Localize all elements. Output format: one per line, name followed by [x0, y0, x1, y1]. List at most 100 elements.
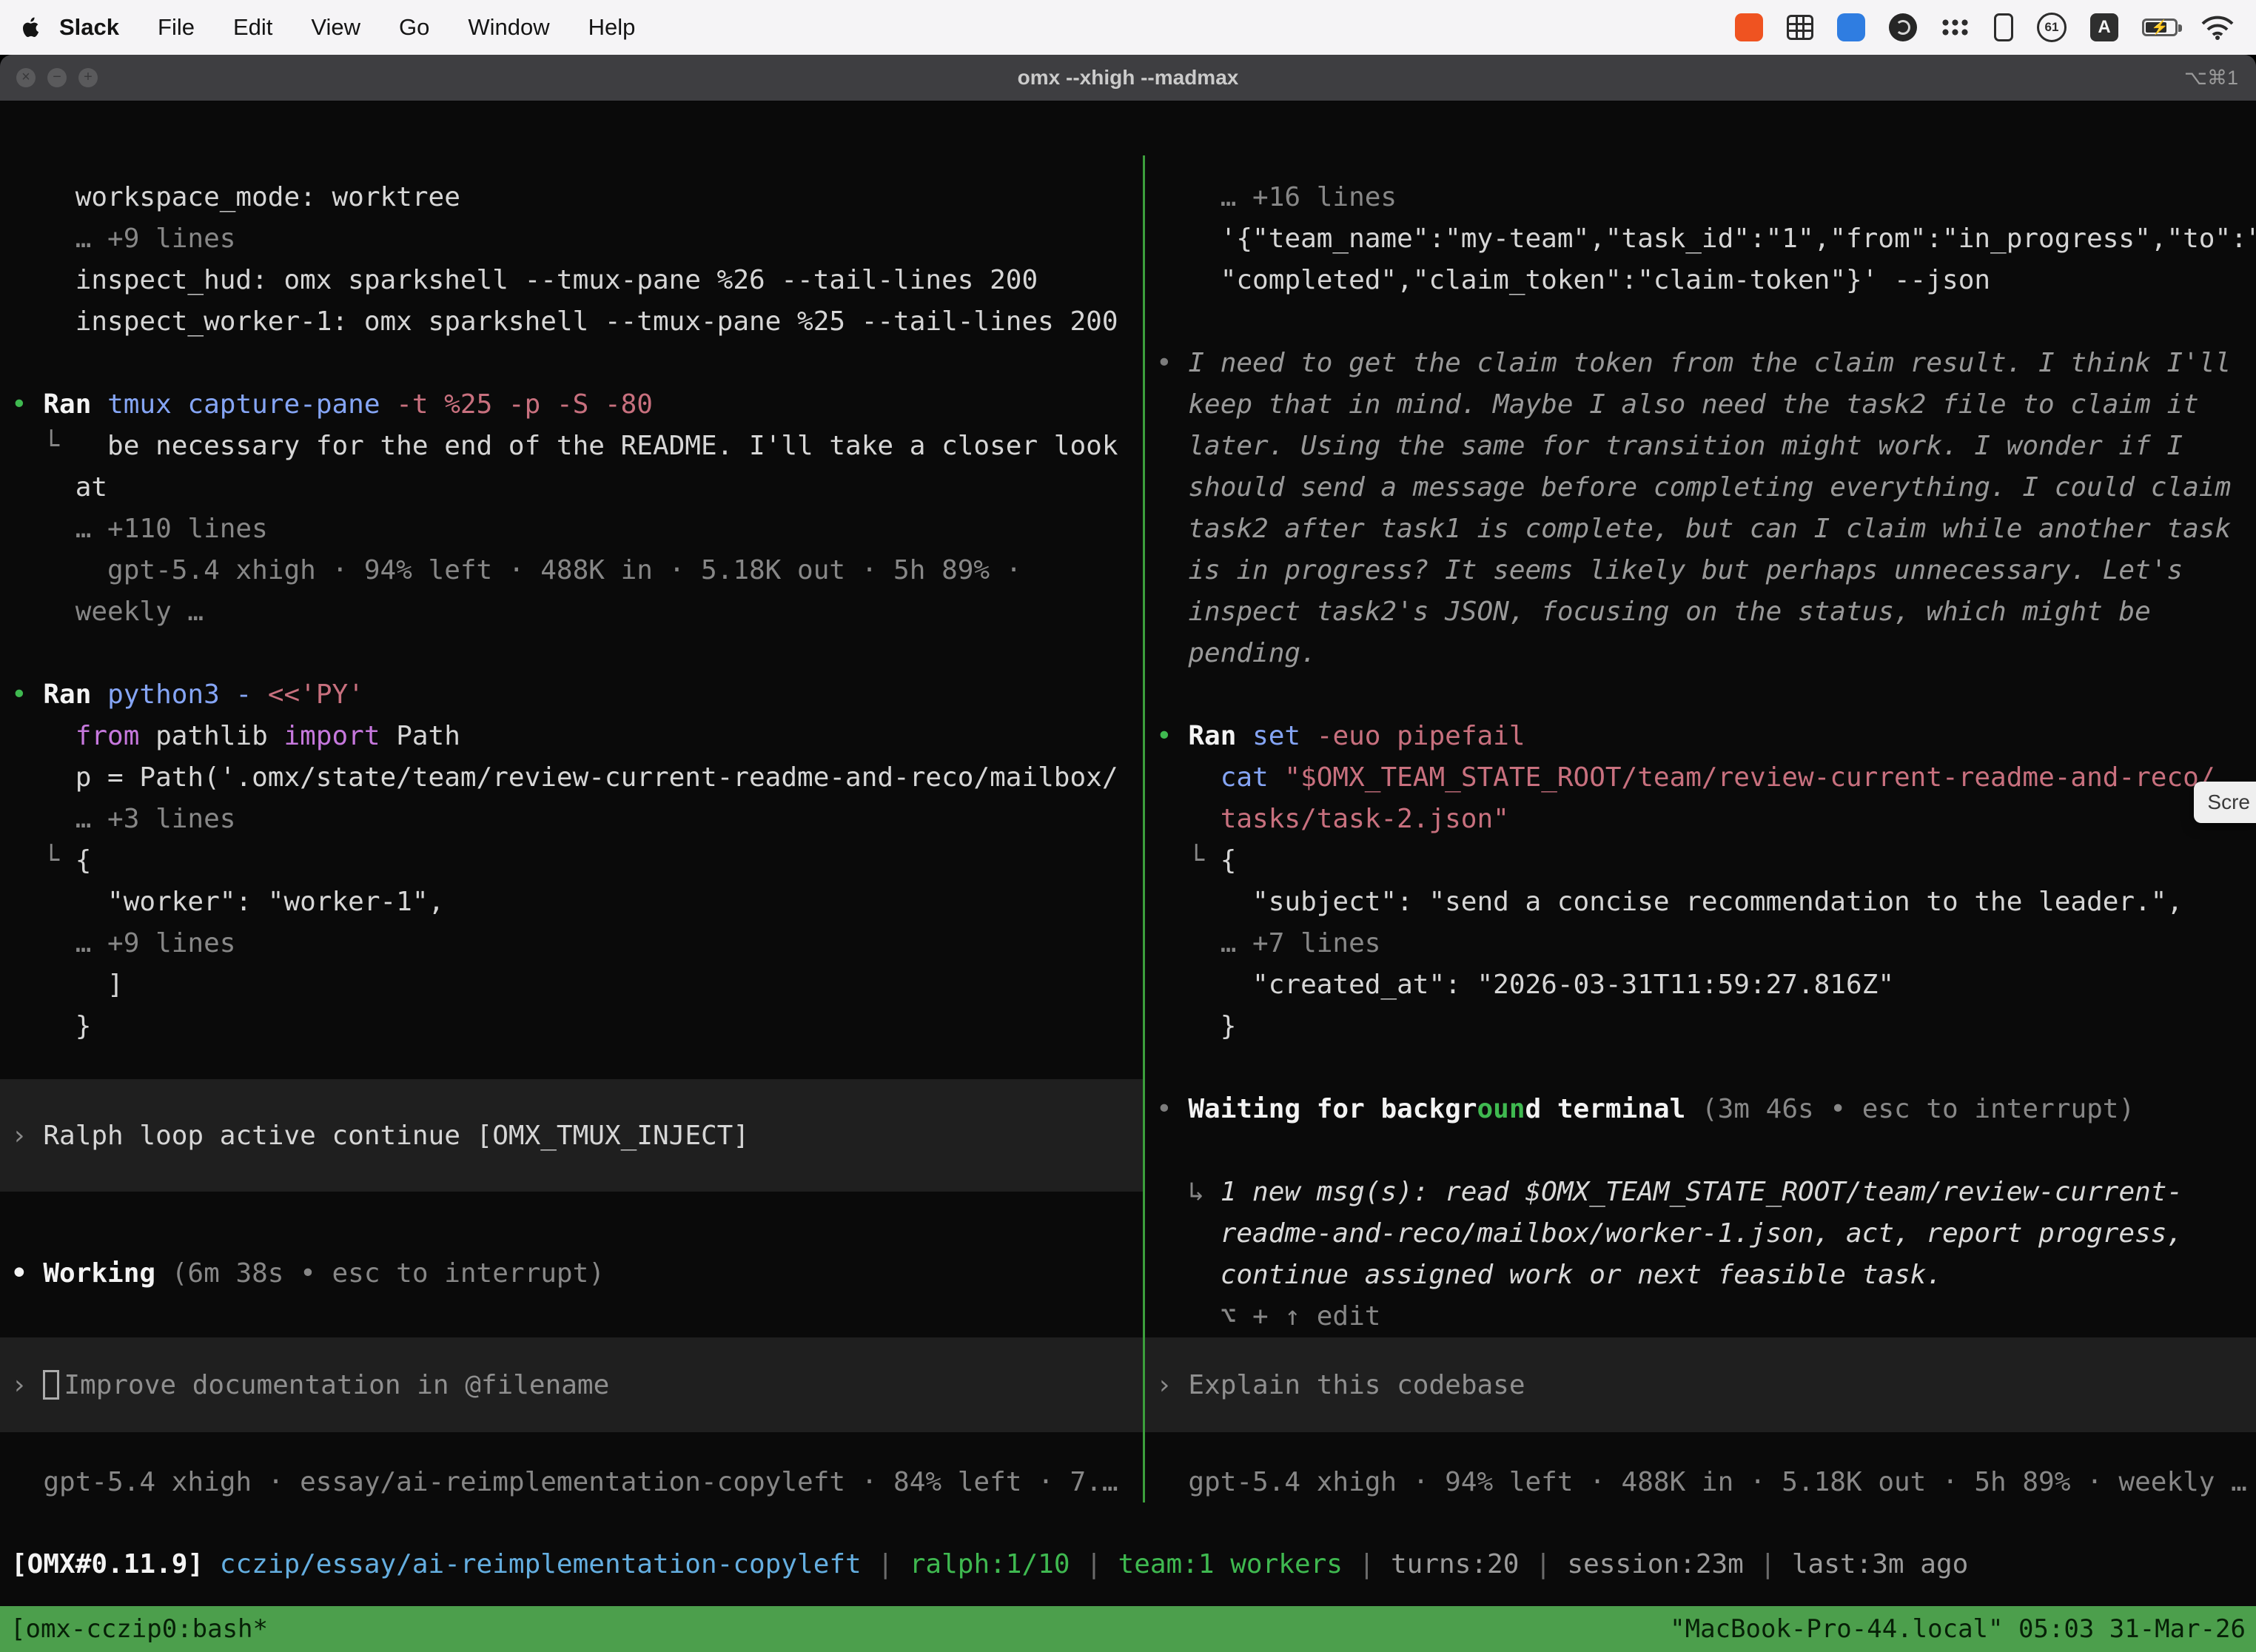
- text-segment: … +110 lines: [11, 514, 268, 544]
- terminal-line: gpt-5.4 xhigh · 94% left · 488K in · 5.1…: [0, 550, 1143, 591]
- terminal-line: should send a message before completing …: [1145, 467, 2256, 508]
- terminal-line: • Working (6m 38s • esc to interrupt): [0, 1253, 1143, 1295]
- menu-file[interactable]: File: [138, 14, 214, 41]
- spacer: [0, 1047, 1143, 1079]
- text-segment: ↳: [1156, 1177, 1221, 1207]
- input-source-icon[interactable]: A: [2090, 13, 2118, 41]
- composer-input[interactable]: › Explain this codebase: [1145, 1337, 2256, 1432]
- text-segment: "$OMX_TEAM_STATE_ROOT/team/review-curren…: [1284, 762, 2215, 793]
- terminal-line: └ {: [1145, 840, 2256, 882]
- terminal-line: • Ran python3 - <<'PY': [0, 674, 1143, 716]
- minimize-button[interactable]: −: [47, 68, 67, 87]
- grid-app-icon[interactable]: [1787, 15, 1813, 40]
- active-app-name[interactable]: Slack: [49, 14, 138, 41]
- text-segment: ralph:1/10: [910, 1549, 1070, 1579]
- menu-window[interactable]: Window: [449, 14, 568, 41]
- wifi-icon[interactable]: [2201, 15, 2234, 40]
- dark-app-icon[interactable]: [1889, 13, 1917, 41]
- text-segment: is in progress? It seems likely but perh…: [1156, 555, 2183, 585]
- queued-prompt[interactable]: › Ralph loop active continue [OMX_TMUX_I…: [0, 1079, 1143, 1192]
- text-segment: should send a message before completing …: [1156, 472, 2231, 503]
- text-segment: gpt-5.4 xhigh · 94% left · 488K in · 5.1…: [1156, 1467, 2247, 1497]
- text-segment: continue assigned work or next feasible …: [1156, 1260, 1942, 1290]
- terminal-line: '{"team_name":"my-team","task_id":"1","f…: [1145, 218, 2256, 260]
- zoom-button[interactable]: +: [78, 68, 98, 87]
- terminal-line: ⌥ + ↑ edit: [1145, 1296, 2256, 1337]
- terminal-line: … +3 lines: [0, 799, 1143, 840]
- text-segment: ⌥ + ↑ edit: [1156, 1301, 1380, 1332]
- text-segment: Ran: [1188, 721, 1252, 751]
- text-segment: set: [1252, 721, 1317, 751]
- text-segment: be necessary for the end of the README. …: [107, 431, 1118, 461]
- menu-edit[interactable]: Edit: [214, 14, 292, 41]
- terminal-line: • Waiting for background terminal (3m 46…: [1145, 1089, 2256, 1130]
- text-segment: (3m 46s • esc to interrupt): [1702, 1094, 2135, 1124]
- terminal-line: … +9 lines: [0, 218, 1143, 260]
- text-segment: └: [1156, 845, 1221, 876]
- dots-grid-icon[interactable]: [1941, 18, 1970, 38]
- terminal-line: … +110 lines: [0, 508, 1143, 550]
- text-segment: (6m 38s • esc to interrupt): [172, 1258, 605, 1289]
- terminal-line: … +9 lines: [0, 923, 1143, 964]
- terminal-line: └ be necessary for the end of the README…: [0, 426, 1143, 467]
- text-segment: Ran: [43, 389, 107, 420]
- text-segment: inspect_worker-1: omx sparkshell --tmux-…: [11, 306, 1118, 337]
- terminal-line: inspect_hud: omx sparkshell --tmux-pane …: [0, 260, 1143, 301]
- text-segment: "worker": "worker-1",: [11, 887, 444, 917]
- battery-icon[interactable]: ⚡: [2142, 19, 2178, 36]
- text-segment: [1156, 762, 1221, 793]
- terminal-line: cat "$OMX_TEAM_STATE_ROOT/team/review-cu…: [1145, 757, 2256, 799]
- text-segment: tasks/task-2.json": [1221, 804, 1509, 834]
- display-icon[interactable]: [1994, 13, 2013, 41]
- text-segment: keep that in mind. Maybe I also need the…: [1156, 389, 2199, 420]
- terminal-line: from pathlib import Path: [0, 716, 1143, 757]
- apple-logo-icon[interactable]: [22, 16, 41, 38]
- terminal-line: weekly …: [0, 591, 1143, 633]
- gauge-icon[interactable]: 61: [2037, 13, 2067, 42]
- menu-go[interactable]: Go: [380, 14, 449, 41]
- text-segment: d terminal: [1525, 1094, 1702, 1124]
- text-segment: └: [11, 431, 107, 461]
- terminal-line: gpt-5.4 xhigh · 94% left · 488K in · 5.1…: [1145, 1462, 2256, 1503]
- text-segment: cat: [1221, 762, 1285, 793]
- menu-view[interactable]: View: [292, 14, 380, 41]
- text-segment: session:23m: [1567, 1549, 1743, 1579]
- tmux-host-time: "MacBook-Pro-44.local" 05:03 31-Mar-26: [1670, 1614, 2246, 1644]
- menu-items: FileEditViewGoWindowHelp: [138, 14, 654, 41]
- text-segment: {: [75, 845, 92, 876]
- terminal-line: workspace_mode: worktree: [0, 177, 1143, 218]
- terminal-line: • Ran set -euo pipefail: [1145, 716, 2256, 757]
- terminal-line: • Ran tmux capture-pane -t %25 -p -S -80: [0, 384, 1143, 426]
- terminal-line: • I need to get the claim token from the…: [1145, 343, 2256, 384]
- blue-app-icon[interactable]: [1837, 13, 1865, 41]
- terminal-line: [1145, 1047, 2256, 1089]
- terminal-line: tasks/task-2.json": [1145, 799, 2256, 840]
- text-segment: Waiting for backgr: [1188, 1094, 1477, 1124]
- text-segment: … +3 lines: [11, 804, 235, 834]
- menu-bar-status: 61 A ⚡: [1735, 13, 2234, 42]
- terminal-line: [0, 343, 1143, 384]
- text-segment: '{"team_name":"my-team","task_id":"1","f…: [1156, 224, 2256, 254]
- text-segment: Explain this codebase: [1188, 1370, 1525, 1400]
- window-titlebar[interactable]: × − + omx --xhigh --madmax ⌥⌘1: [0, 55, 2256, 101]
- composer-input[interactable]: › Improve documentation in @filename: [0, 1337, 1143, 1432]
- recording-indicator-icon[interactable]: [1735, 13, 1763, 41]
- text-segment: pending.: [1156, 638, 1317, 668]
- terminal-window: × − + omx --xhigh --madmax ⌥⌘1 workspace…: [0, 55, 2256, 1652]
- close-button[interactable]: ×: [16, 68, 36, 87]
- text-segment: •: [11, 389, 43, 420]
- menu-help[interactable]: Help: [569, 14, 655, 41]
- terminal-line: [0, 633, 1143, 674]
- text-segment: └: [11, 845, 75, 876]
- text-segment: inspect_hud: omx sparkshell --tmux-pane …: [11, 265, 1038, 295]
- text-segment: {: [1221, 845, 1237, 876]
- text-segment: readme-and-reco/mailbox/worker-1.json, a…: [1156, 1218, 2183, 1249]
- text-segment: workspace_mode: worktree: [11, 182, 460, 212]
- text-segment: -euo pipefail: [1317, 721, 1525, 751]
- terminal-line: inspect task2's JSON, focusing on the st…: [1145, 591, 2256, 633]
- text-segment: import: [283, 721, 380, 751]
- gauge-value: 61: [2045, 20, 2059, 35]
- text-segment: from: [75, 721, 140, 751]
- screen-popup[interactable]: Scre: [2194, 782, 2256, 823]
- terminal-line: }: [1145, 1006, 2256, 1047]
